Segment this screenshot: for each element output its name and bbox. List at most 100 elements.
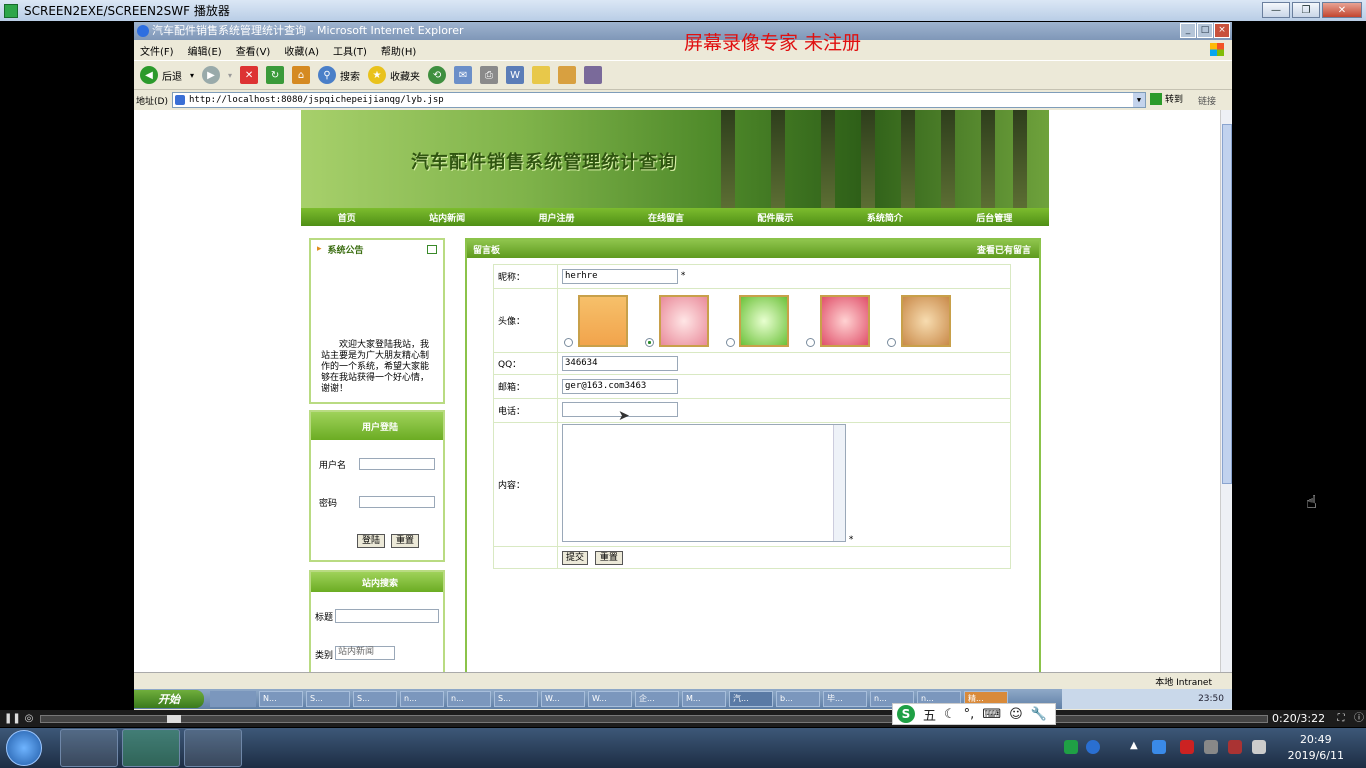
explorer-taskbar-button[interactable] (60, 729, 118, 767)
recorded-start-button[interactable]: 开始 (134, 690, 204, 708)
network-tray-icon[interactable] (1152, 740, 1166, 754)
moon-icon[interactable]: ☾ (944, 707, 956, 722)
mail-icon[interactable]: ✉ (454, 66, 473, 84)
history-icon[interactable]: ⟲ (428, 66, 447, 84)
search-label[interactable]: 搜索 (340, 68, 360, 83)
favorites-label[interactable]: 收藏夹 (390, 68, 420, 83)
system-clock[interactable]: 20:49 2019/6/11 (1288, 732, 1344, 764)
menu-edit[interactable]: 编辑(E) (188, 43, 222, 58)
search-icon[interactable]: ⚲ (318, 66, 337, 84)
avatar-image[interactable] (658, 294, 709, 347)
home-icon[interactable]: ⌂ (292, 66, 311, 84)
menu-help[interactable]: 帮助(H) (381, 43, 416, 58)
discuss-icon[interactable] (532, 66, 551, 84)
punctuation-icon[interactable]: °, (964, 707, 975, 722)
back-dropdown-icon[interactable]: ▾ (190, 71, 194, 80)
recorded-task[interactable]: W... (588, 691, 632, 707)
wrench-icon[interactable]: 🔧 (1031, 707, 1047, 722)
sogou-icon[interactable]: S (897, 705, 915, 723)
menu-tools[interactable]: 工具(T) (333, 43, 367, 58)
nav-about[interactable]: 系统简介 (867, 211, 903, 224)
keyboard-icon[interactable]: ⌨ (982, 707, 1001, 722)
messenger-icon[interactable] (584, 66, 603, 84)
recorded-task[interactable]: M... (682, 691, 726, 707)
action-center-icon[interactable] (1228, 740, 1242, 754)
recorded-task[interactable]: b... (776, 691, 820, 707)
ie-minimize-button[interactable]: _ (1180, 23, 1196, 38)
login-button[interactable]: 登陆 (357, 534, 385, 548)
menu-file[interactable]: 文件(F) (140, 43, 174, 58)
forward-arrow-icon[interactable]: ▶ (202, 66, 221, 84)
quick-launch[interactable] (210, 691, 256, 707)
recorded-task[interactable]: 毕... (823, 691, 867, 707)
recorded-task[interactable]: n... (400, 691, 444, 707)
show-hidden-icon[interactable]: ▲ (1130, 740, 1144, 754)
password-input[interactable] (359, 496, 435, 508)
app-taskbar-button[interactable] (184, 729, 242, 767)
qq-input[interactable]: 346634 (562, 356, 678, 371)
vertical-scrollbar[interactable] (1220, 110, 1232, 672)
research-icon[interactable] (558, 66, 577, 84)
signal-tray-icon[interactable] (1252, 740, 1266, 754)
view-messages-link[interactable]: 查看已有留言 (977, 243, 1031, 256)
ie-maximize-button[interactable]: □ (1197, 23, 1213, 38)
go-button[interactable]: 转到 (1150, 92, 1183, 105)
address-url[interactable]: http://localhost:8080/jspqichepeijianqg/… (189, 95, 444, 105)
recorded-task[interactable]: S... (353, 691, 397, 707)
recorded-task[interactable]: W... (541, 691, 585, 707)
login-reset-button[interactable]: 重置 (391, 534, 419, 548)
avatar-radio[interactable] (806, 337, 816, 347)
edit-icon[interactable]: W (506, 66, 525, 84)
pause-icon[interactable]: ❚❚ (4, 712, 21, 726)
nav-parts[interactable]: 配件展示 (757, 211, 793, 224)
print-icon[interactable]: ⎙ (480, 66, 499, 84)
forward-dropdown-icon[interactable]: ▾ (228, 71, 232, 80)
search-title-input[interactable] (335, 609, 439, 623)
minimize-button[interactable]: — (1262, 2, 1290, 18)
volume-tray-icon[interactable] (1204, 740, 1218, 754)
form-reset-button[interactable]: 重置 (594, 550, 623, 565)
content-textarea[interactable] (562, 424, 846, 542)
email-input[interactable]: ger@163.com3463 (562, 379, 678, 394)
progress-knob[interactable] (167, 715, 181, 723)
menu-view[interactable]: 查看(V) (236, 43, 271, 58)
textarea-scrollbar[interactable] (833, 425, 845, 541)
fullscreen-icon[interactable]: ⛶ (1334, 712, 1348, 726)
flag-tray-icon[interactable] (1180, 740, 1194, 754)
nav-news[interactable]: 站内新闻 (429, 211, 465, 224)
ime-mode[interactable]: 五 (923, 705, 936, 724)
back-arrow-icon[interactable]: ◀ (140, 66, 158, 84)
avatar-image[interactable] (820, 294, 871, 347)
close-button[interactable]: ✕ (1322, 2, 1362, 18)
recorded-task[interactable]: n... (447, 691, 491, 707)
recorded-task[interactable]: N... (259, 691, 303, 707)
avatar-radio[interactable] (564, 337, 573, 347)
recorded-task[interactable]: 企... (635, 691, 679, 707)
username-input[interactable] (359, 458, 435, 470)
back-label[interactable]: 后退 (162, 68, 182, 83)
recorded-task[interactable]: S... (306, 691, 350, 707)
go-label[interactable]: 转到 (1165, 92, 1183, 105)
windows-start-button[interactable] (6, 730, 42, 766)
settings-icon[interactable]: ◎ (22, 712, 36, 726)
user-icon[interactable]: ☺ (1009, 707, 1023, 722)
nav-guestbook[interactable]: 在线留言 (648, 211, 684, 224)
recorded-task[interactable]: S... (494, 691, 538, 707)
address-input[interactable]: http://localhost:8080/jspqichepeijianqg/… (172, 92, 1146, 108)
links-label[interactable]: 链接 (1198, 94, 1216, 107)
avatar-radio-selected[interactable] (644, 337, 654, 347)
nav-admin[interactable]: 后台管理 (976, 211, 1012, 224)
nickname-input[interactable]: herhre (562, 269, 678, 284)
nav-home[interactable]: 首页 (338, 211, 356, 224)
avatar-radio[interactable] (725, 337, 735, 347)
nav-register[interactable]: 用户注册 (539, 211, 575, 224)
avatar-image[interactable] (739, 294, 790, 347)
stop-icon[interactable]: ✕ (240, 66, 259, 84)
scrollbar-thumb[interactable] (1222, 124, 1232, 484)
address-dropdown-icon[interactable]: ▼ (1133, 93, 1145, 107)
info-icon[interactable]: ⓘ (1352, 712, 1366, 726)
avatar-radio[interactable] (887, 337, 896, 347)
player-taskbar-button[interactable] (122, 729, 180, 767)
refresh-icon[interactable]: ↻ (266, 66, 285, 84)
avatar-image[interactable] (900, 294, 951, 347)
